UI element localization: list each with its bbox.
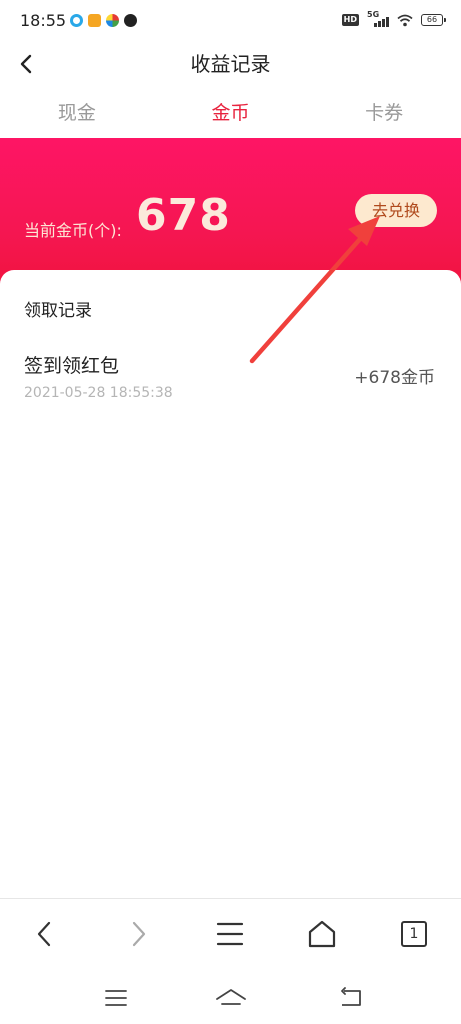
system-navigation-bar <box>0 972 461 1024</box>
home-icon <box>308 920 336 948</box>
browser-home-button[interactable] <box>299 911 345 957</box>
nav-bar: 收益记录 <box>0 44 461 84</box>
menu-icon <box>105 990 127 1006</box>
system-back-button[interactable] <box>331 982 371 1014</box>
menu-icon <box>216 922 244 946</box>
app-notification-icon <box>70 14 83 27</box>
tab-bar: 现金 金币 卡券 <box>0 90 461 136</box>
coin-balance-value: 678 <box>136 190 231 241</box>
system-home-button[interactable] <box>211 982 251 1014</box>
tab-coupons[interactable]: 卡券 <box>307 90 461 136</box>
tab-coins[interactable]: 金币 <box>154 90 308 136</box>
browser-back-button[interactable] <box>22 911 68 957</box>
forward-icon <box>132 921 146 947</box>
back-icon <box>341 987 361 1006</box>
system-status-icons: HD 5G 66 <box>341 10 446 27</box>
list-item[interactable]: 签到领红包 2021-05-28 18:55:38 +678金币 <box>0 344 461 414</box>
app-colorful-icon <box>106 14 119 27</box>
record-title: 签到领红包 <box>24 355 120 377</box>
tabs-icon: 1 <box>401 921 427 947</box>
notification-icons <box>70 14 137 27</box>
status-time: 18:55 <box>20 11 67 30</box>
browser-forward-button[interactable] <box>115 911 161 957</box>
back-icon <box>37 921 51 947</box>
home-icon <box>216 989 246 1005</box>
system-menu-button[interactable] <box>96 982 136 1014</box>
coin-balance-label: 当前金币(个): <box>24 221 122 240</box>
browser-menu-button[interactable] <box>207 911 253 957</box>
hd-icon: HD <box>341 14 359 26</box>
wifi-icon <box>397 14 413 26</box>
section-title: 领取记录 <box>24 301 92 321</box>
exchange-button[interactable]: 去兑换 <box>355 194 437 227</box>
weibo-icon <box>88 14 101 27</box>
page-title: 收益记录 <box>190 52 271 76</box>
status-bar: 18:55 HD 5G 66 <box>0 0 461 44</box>
signal-icon: 5G <box>367 10 389 27</box>
record-timestamp: 2021-05-28 18:55:38 <box>24 385 173 401</box>
sync-icon <box>124 14 137 27</box>
records-card: 领取记录 签到领红包 2021-05-28 18:55:38 +678金币 <box>0 270 461 898</box>
tab-cash[interactable]: 现金 <box>0 90 154 136</box>
record-amount: +678金币 <box>354 368 435 388</box>
browser-tabs-button[interactable]: 1 <box>391 911 437 957</box>
browser-toolbar: 1 <box>0 898 461 973</box>
battery-icon: 66 <box>421 14 446 26</box>
